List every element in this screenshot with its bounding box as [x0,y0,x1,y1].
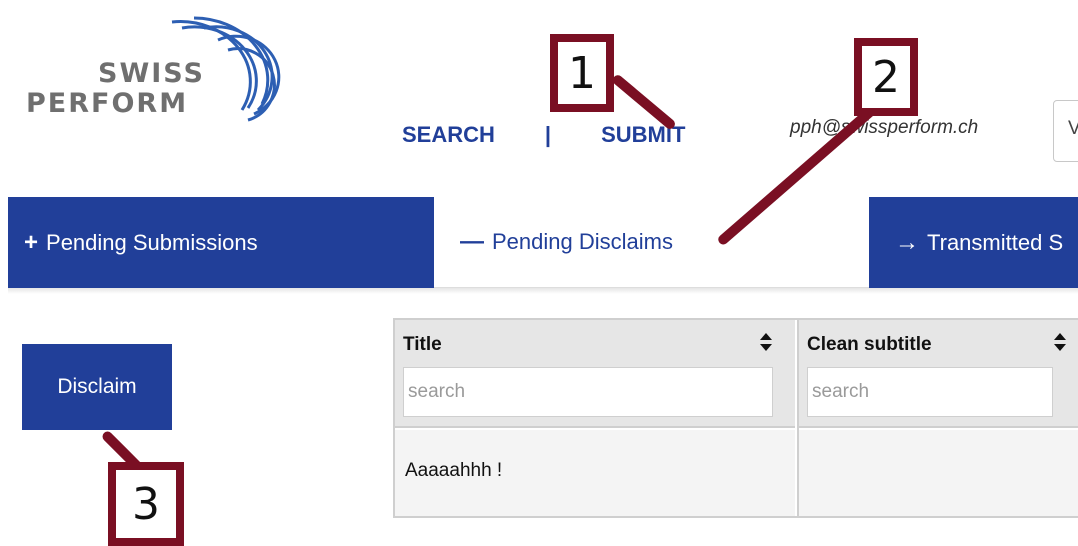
logo-text-perform: PERFORM [26,88,189,119]
nav-separator: | [544,122,552,147]
tab-pending-submissions[interactable]: + Pending Submissions [24,197,258,288]
logo-text-swiss: SWISS [98,58,205,89]
top-navigation: SEARCH | SUBMIT [402,122,685,148]
swissperform-logo[interactable]: SWISS PERFORM [22,10,282,130]
arrow-right-icon: → [895,228,919,256]
annotation-number: 3 [116,470,176,538]
sort-icon[interactable] [1053,332,1067,352]
column-header: Clean subtitle [799,320,1078,428]
tab-bar-shadow [8,288,1078,294]
clean-subtitle-search-input[interactable] [807,367,1053,417]
pending-disclaims-table: Title Aaaaahhh ! Clean subtitle [393,318,1078,518]
annotation-number: 1 [558,42,606,104]
tab-label: Pending Disclaims [492,229,673,254]
column-header: Title [395,320,795,428]
table-cell-title[interactable]: Aaaaahhh ! [395,430,795,516]
user-menu-select[interactable]: V [1053,100,1078,162]
tab-label: Pending Submissions [46,229,258,255]
annotation-marker-3: 3 [108,462,184,546]
tab-bar: + Pending Submissions — Pending Disclaim… [8,197,1078,288]
disclaim-button[interactable]: Disclaim [22,344,172,430]
column-clean-subtitle: Clean subtitle [797,320,1078,516]
annotation-marker-2: 2 [854,38,918,116]
nav-search-link[interactable]: SEARCH [402,122,495,148]
plus-icon: + [24,228,39,256]
title-search-input[interactable] [403,367,773,417]
column-header-label[interactable]: Title [403,334,442,356]
column-title: Title Aaaaahhh ! [395,320,795,516]
tab-transmitted[interactable]: → Transmitted S [895,197,1063,288]
tab-pending-disclaims[interactable]: — Pending Disclaims [434,197,869,288]
tab-label: Transmitted S [927,229,1064,255]
column-header-label[interactable]: Clean subtitle [807,334,932,356]
sort-icon[interactable] [759,332,773,352]
minus-icon: — [460,228,484,255]
annotation-number: 2 [862,46,910,108]
annotation-marker-1: 1 [550,34,614,112]
table-cell-clean-subtitle[interactable] [799,430,1078,516]
user-email: pph@swissperform.ch [790,117,979,138]
